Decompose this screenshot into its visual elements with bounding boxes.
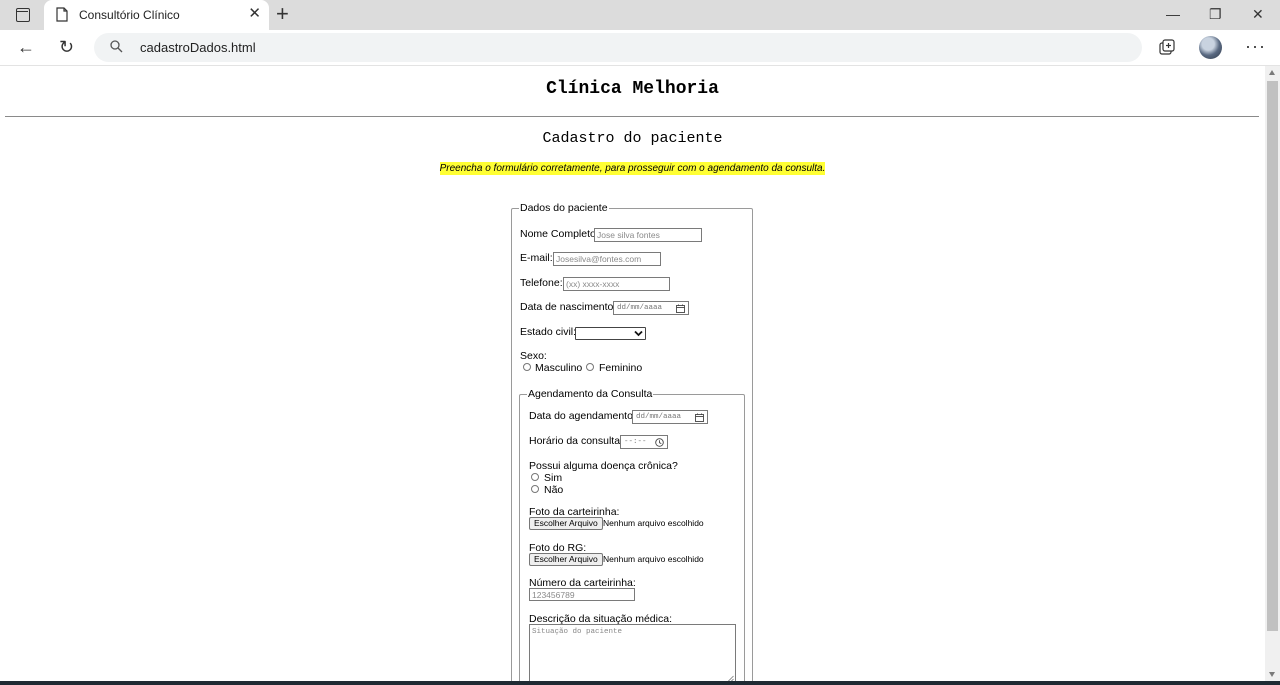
profile-avatar[interactable]	[1199, 36, 1222, 59]
name-label: Nome Completo:	[520, 228, 599, 240]
phone-label: Telefone:	[520, 277, 563, 289]
close-window-icon[interactable]: ✕	[1252, 6, 1264, 22]
civil-status-label: Estado civil:	[520, 326, 577, 338]
sex-option-feminino: Feminino	[599, 362, 643, 374]
name-input[interactable]: Jose silva fontes	[594, 228, 702, 242]
sex-radio-feminino[interactable]	[586, 363, 594, 371]
scroll-thumb[interactable]	[1267, 81, 1278, 631]
vertical-scrollbar[interactable]	[1265, 66, 1280, 681]
card-photo-file-button[interactable]: Escolher Arquivo	[529, 517, 603, 530]
form-notice: Preencha o formulário corretamente, para…	[439, 162, 826, 175]
taskbar-edge	[0, 681, 1280, 685]
medical-description-placeholder: Situação do paciente	[532, 628, 623, 636]
notice-wrapper: Preencha o formulário corretamente, para…	[0, 158, 1265, 176]
chronic-option-nao: Não	[544, 484, 564, 496]
chronic-option-sim: Sim	[544, 472, 563, 484]
refresh-icon[interactable]: ↻	[59, 36, 74, 58]
header-divider	[5, 116, 1259, 117]
calendar-icon[interactable]	[695, 413, 704, 422]
appointment-date-input[interactable]: dd/mm/aaaa	[632, 410, 708, 424]
site-title: Clínica Melhoria	[546, 79, 719, 99]
patient-legend: Dados do paciente	[520, 202, 608, 214]
sex-radio-masculino[interactable]	[523, 363, 531, 371]
url-field[interactable]: cadastroDados.html	[94, 33, 1142, 62]
tab-actions-icon[interactable]	[16, 8, 30, 22]
new-tab-icon[interactable]: +	[276, 3, 289, 25]
tab-consultorio[interactable]: Consultório Clínico ✕	[44, 0, 269, 30]
phone-input[interactable]: (xx) xxxx-xxxx	[563, 277, 670, 291]
birth-label: Data de nascimento:	[520, 301, 617, 313]
card-photo-file-status: Nenhum arquivo escolhido	[603, 518, 704, 528]
close-tab-icon[interactable]: ✕	[248, 6, 261, 22]
sex-label: Sexo:	[520, 350, 547, 362]
card-number-input[interactable]: 123456789	[529, 588, 635, 601]
scroll-down-icon[interactable]	[1269, 672, 1275, 677]
clock-icon[interactable]	[655, 438, 664, 447]
chevron-down-icon	[634, 330, 643, 337]
civil-status-select[interactable]	[575, 327, 646, 340]
appointment-date-placeholder: dd/mm/aaaa	[636, 413, 682, 421]
page-subtitle: Cadastro do paciente	[542, 130, 723, 147]
birth-date-placeholder: dd/mm/aaaa	[617, 304, 663, 312]
tab-title: Consultório Clínico	[79, 8, 180, 22]
appointment-legend: Agendamento da Consulta	[528, 388, 653, 400]
address-bar: ← ↻ cadastroDados.html ···	[0, 30, 1280, 66]
chronic-radio-nao[interactable]	[531, 485, 539, 493]
sex-option-masculino: Masculino	[535, 362, 583, 374]
rg-photo-file-button[interactable]: Escolher Arquivo	[529, 553, 603, 566]
collections-icon[interactable]	[1159, 39, 1176, 56]
minimize-icon[interactable]: —	[1166, 6, 1180, 22]
more-options-icon[interactable]: ···	[1245, 36, 1266, 57]
birth-date-input[interactable]: dd/mm/aaaa	[613, 301, 689, 315]
page-viewport: Clínica Melhoria Cadastro do paciente Pr…	[0, 66, 1265, 681]
appointment-date-label: Data do agendamento:	[529, 410, 636, 422]
email-label: E-mail:	[520, 252, 553, 264]
chronic-label: Possui alguma doença crônica?	[529, 460, 678, 472]
chronic-radio-sim[interactable]	[531, 473, 539, 481]
tab-strip: Consultório Clínico ✕ + — ❐ ✕	[0, 0, 1280, 30]
rg-photo-file-status: Nenhum arquivo escolhido	[603, 554, 704, 564]
search-icon	[110, 40, 123, 53]
page-icon	[56, 7, 68, 22]
appointment-time-placeholder: --:--	[624, 438, 647, 446]
scroll-up-icon[interactable]	[1269, 70, 1275, 75]
appointment-time-input[interactable]: --:--	[620, 435, 668, 449]
back-icon[interactable]: ←	[17, 36, 35, 58]
appointment-time-label: Horário da consulta:	[529, 435, 623, 447]
url-text: cadastroDados.html	[140, 40, 256, 55]
email-input[interactable]: Josesilva@fontes.com	[553, 252, 661, 266]
restore-icon[interactable]: ❐	[1209, 6, 1222, 22]
calendar-icon[interactable]	[676, 304, 685, 313]
medical-description-textarea[interactable]: Situação do paciente	[529, 624, 736, 681]
